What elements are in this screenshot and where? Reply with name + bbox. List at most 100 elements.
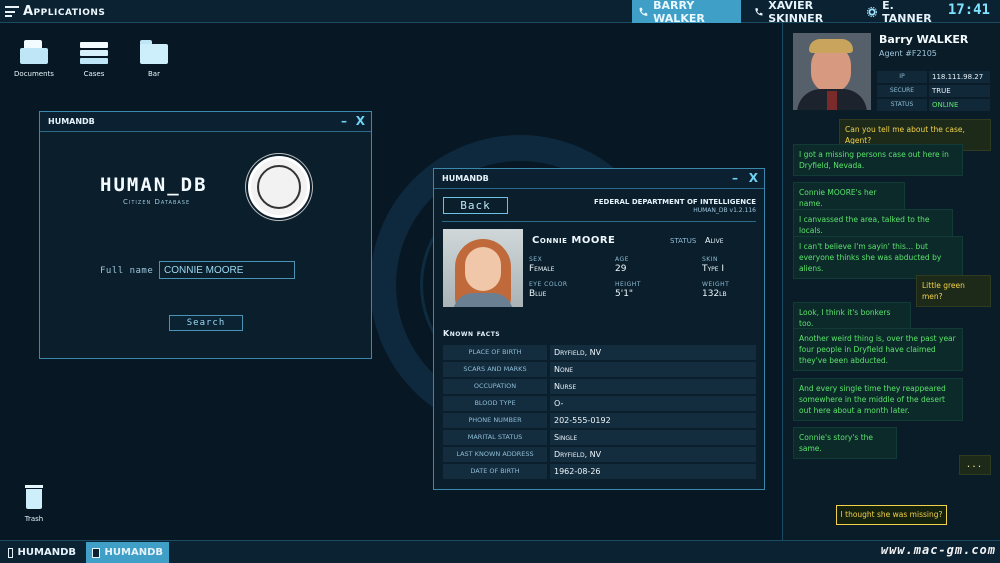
chat-panel: Barry WALKER Agent #F2105 IP 118.111.98.2… [782, 23, 1000, 540]
contact-xavier-skinner[interactable]: XAVIER SKINNER [748, 0, 854, 25]
attr-value: 29 [615, 264, 627, 274]
clock: 17:41 [947, 2, 990, 18]
typing-indicator: ... [959, 455, 991, 475]
window-icon [8, 547, 13, 558]
back-button[interactable]: Back [443, 197, 508, 214]
icon-label: Documents [14, 70, 54, 78]
watermark: www.mac-gm.com [880, 543, 996, 557]
desktop-icon-bar[interactable]: Bar [129, 40, 179, 78]
cases-icon [80, 40, 108, 64]
attr-label: AGE [615, 256, 629, 263]
humandb-logo: HUMAN_DB [100, 174, 208, 196]
info-value: 118.111.98.27 [929, 71, 990, 83]
trash-icon [20, 485, 48, 509]
menu-icon [5, 6, 19, 17]
attr-label: WEIGHT [702, 281, 730, 288]
fact-row: OCCUPATION Nurse [443, 379, 756, 394]
chat-message-agent: I can't believe I'm sayin' this... but e… [793, 236, 963, 279]
subject-name: Connie MOORE [532, 235, 616, 246]
phone-icon [639, 7, 648, 16]
status-value: Alive [705, 236, 724, 245]
humandb-subtitle: Citizen Database [123, 198, 191, 206]
fact-row: BLOOD TYPE O- [443, 396, 756, 411]
phone-icon [755, 7, 763, 15]
top-bar: Applications BARRY WALKER XAVIER SKINNER… [0, 0, 1000, 25]
attr-age: AGE 29 [615, 256, 629, 274]
fact-row: PLACE OF BIRTH Dryfield, NV [443, 345, 756, 360]
fact-value: Dryfield, NV [550, 447, 756, 462]
fact-label: SCARS AND MARKS [443, 362, 547, 377]
attr-label: HEIGHT [615, 281, 641, 288]
known-facts-heading: Known facts [443, 329, 501, 338]
applications-menu-button[interactable]: Applications [5, 2, 105, 21]
fact-label: PHONE NUMBER [443, 413, 547, 428]
fact-row: SCARS AND MARKS None [443, 362, 756, 377]
fact-value: Single [550, 430, 756, 445]
fact-value: 1962-08-26 [550, 464, 756, 479]
attr-label: SKIN [702, 256, 719, 263]
minimize-button[interactable]: – [341, 114, 347, 128]
agent-ip: IP 118.111.98.27 [877, 71, 990, 83]
agent-status: STATUS ONLINE [877, 99, 990, 111]
agent-photo [793, 33, 871, 110]
documents-icon [20, 40, 48, 64]
gear-icon [867, 6, 878, 17]
agency-name: FEDERAL DEPARTMENT OF INTELLIGENCE [593, 198, 756, 206]
contact-name: XAVIER SKINNER [768, 0, 824, 25]
chat-message-agent: I got a missing persons case out here in… [793, 144, 963, 176]
fact-value: None [550, 362, 756, 377]
fact-label: LAST KNOWN ADDRESS [443, 447, 547, 462]
info-key: SECURE [877, 85, 927, 97]
full-name-input[interactable] [159, 261, 295, 279]
humandb-record-window: HUMANDB – X Back FEDERAL DEPARTMENT OF I… [433, 168, 765, 490]
attr-weight: WEIGHT 132lb [702, 281, 729, 299]
chat-message-agent: Another weird thing is, over the past ye… [793, 328, 963, 371]
attr-value: Type I [702, 264, 725, 274]
close-button[interactable]: X [356, 114, 365, 128]
window-title-bar[interactable]: HUMANDB – X [434, 169, 764, 189]
taskbar-item-humandb[interactable]: HUMANDB [2, 542, 82, 563]
reply-option-button[interactable]: I thought she was missing? [836, 505, 947, 525]
window-title-bar[interactable]: HUMANDB – X [40, 112, 371, 132]
contact-barry-walker[interactable]: BARRY WALKER [632, 0, 741, 25]
attr-sex: SEX Female [529, 256, 554, 274]
fact-row: PHONE NUMBER 202-555-0192 [443, 413, 756, 428]
fact-value: O- [550, 396, 756, 411]
contact-name: BARRY WALKER [653, 0, 705, 25]
fact-label: PLACE OF BIRTH [443, 345, 547, 360]
attr-label: EYE COLOR [529, 281, 568, 288]
info-key: STATUS [877, 99, 927, 111]
attr-label: SEX [529, 256, 543, 263]
chat-message-agent: And every single time they reappeared so… [793, 378, 963, 421]
window-icon [92, 547, 100, 558]
desktop-icon-cases[interactable]: Cases [69, 40, 119, 78]
attr-value: Blue [529, 289, 547, 299]
full-name-label: Full name [100, 266, 154, 276]
desktop-icon-trash[interactable]: Trash [9, 485, 59, 523]
subject-photo [443, 229, 523, 307]
desktop-icon-documents[interactable]: Documents [9, 40, 59, 78]
attr-height: HEIGHT 5'1" [615, 281, 641, 299]
status-label: STATUS [670, 237, 697, 245]
info-value: TRUE [929, 85, 990, 97]
search-button[interactable]: Search [169, 315, 243, 331]
fact-value: Nurse [550, 379, 756, 394]
attr-value: Female [529, 264, 555, 274]
fact-label: DATE OF BIRTH [443, 464, 547, 479]
divider [442, 221, 756, 222]
icon-label: Cases [83, 70, 105, 78]
taskbar-label: HUMANDB [104, 547, 163, 558]
minimize-button[interactable]: – [732, 171, 738, 185]
attr-skin: SKIN Type I [702, 256, 724, 274]
agent-id: Agent #F2105 [879, 49, 937, 58]
close-button[interactable]: X [749, 171, 758, 185]
applications-label: Applications [23, 4, 106, 19]
agent-name: Barry WALKER [879, 33, 969, 46]
humandb-search-window: HUMANDB – X HUMAN_DB Citizen Database Fu… [39, 111, 372, 359]
contact-e-tanner[interactable]: E. TANNER [861, 0, 943, 25]
info-key: IP [877, 71, 927, 83]
fact-label: OCCUPATION [443, 379, 547, 394]
taskbar-item-humandb-active[interactable]: HUMANDB [86, 542, 169, 563]
icon-label: Bar [148, 70, 160, 78]
fact-label: BLOOD TYPE [443, 396, 547, 411]
